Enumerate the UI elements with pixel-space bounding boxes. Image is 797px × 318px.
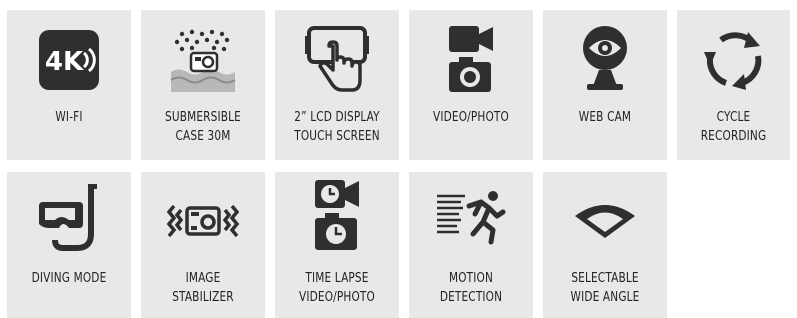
- feature-tile-submersible: SUBMERSIBLE CASE 30M: [141, 10, 265, 160]
- feature-label: DIVING MODE: [31, 270, 107, 286]
- feature-label: IMAGE: [185, 270, 221, 286]
- feature-label-line2: CASE 30M: [175, 128, 231, 144]
- waterproof-case-icon: [170, 29, 236, 92]
- feature-label-line2: TOUCH SCREEN: [294, 128, 380, 144]
- feature-tile-video-photo: VIDEO/PHOTO: [409, 10, 533, 160]
- wide-angle-icon: [575, 205, 635, 238]
- feature-label-line2: DETECTION: [439, 289, 503, 305]
- feature-label: SUBMERSIBLE: [165, 109, 241, 125]
- feature-label: VIDEO/PHOTO: [433, 109, 509, 125]
- feature-tile-wide-angle: SELECTABLE WIDE ANGLE: [543, 172, 667, 318]
- feature-label-line2: STABILIZER: [172, 289, 234, 305]
- 4k-badge-text: 4K: [45, 47, 84, 77]
- video-photo-icon: [449, 26, 493, 92]
- feature-label: 2” LCD DISPLAY: [294, 109, 380, 125]
- feature-tile-timelapse: TIME LAPSE VIDEO/PHOTO: [275, 172, 399, 318]
- motion-detection-icon: [437, 191, 506, 245]
- web-cam-icon: [583, 26, 627, 90]
- feature-label: WEB CAM: [578, 109, 632, 125]
- feature-label: CYCLE: [716, 109, 751, 125]
- feature-label: TIME LAPSE: [305, 270, 369, 286]
- time-lapse-icon: [315, 180, 359, 250]
- feature-tile-webcam: WEB CAM: [543, 10, 667, 160]
- cycle-recording-icon: [703, 32, 761, 90]
- feature-tile-wifi: 4K WI-FI: [7, 10, 131, 160]
- feature-label-line2: WIDE ANGLE: [570, 289, 640, 305]
- feature-tile-motion: MOTION DETECTION: [409, 172, 533, 318]
- feature-label-line2: VIDEO/PHOTO: [299, 289, 375, 305]
- feature-label: SELECTABLE: [571, 270, 639, 286]
- feature-tile-lcd: 2” LCD DISPLAY TOUCH SCREEN: [275, 10, 399, 160]
- feature-label: MOTION: [448, 270, 494, 286]
- feature-label: WI-FI: [55, 109, 83, 125]
- image-stabilizer-icon: [166, 204, 240, 238]
- feature-tile-cycle: CYCLE RECORDING: [677, 10, 790, 160]
- diving-mask-icon: [39, 184, 97, 251]
- feature-label-line2: RECORDING: [700, 128, 767, 144]
- feature-tile-stabilizer: IMAGE STABILIZER: [141, 172, 265, 318]
- touch-screen-icon: [305, 26, 369, 92]
- 4k-wifi-icon: 4K: [39, 30, 99, 90]
- feature-tile-diving: DIVING MODE: [7, 172, 131, 318]
